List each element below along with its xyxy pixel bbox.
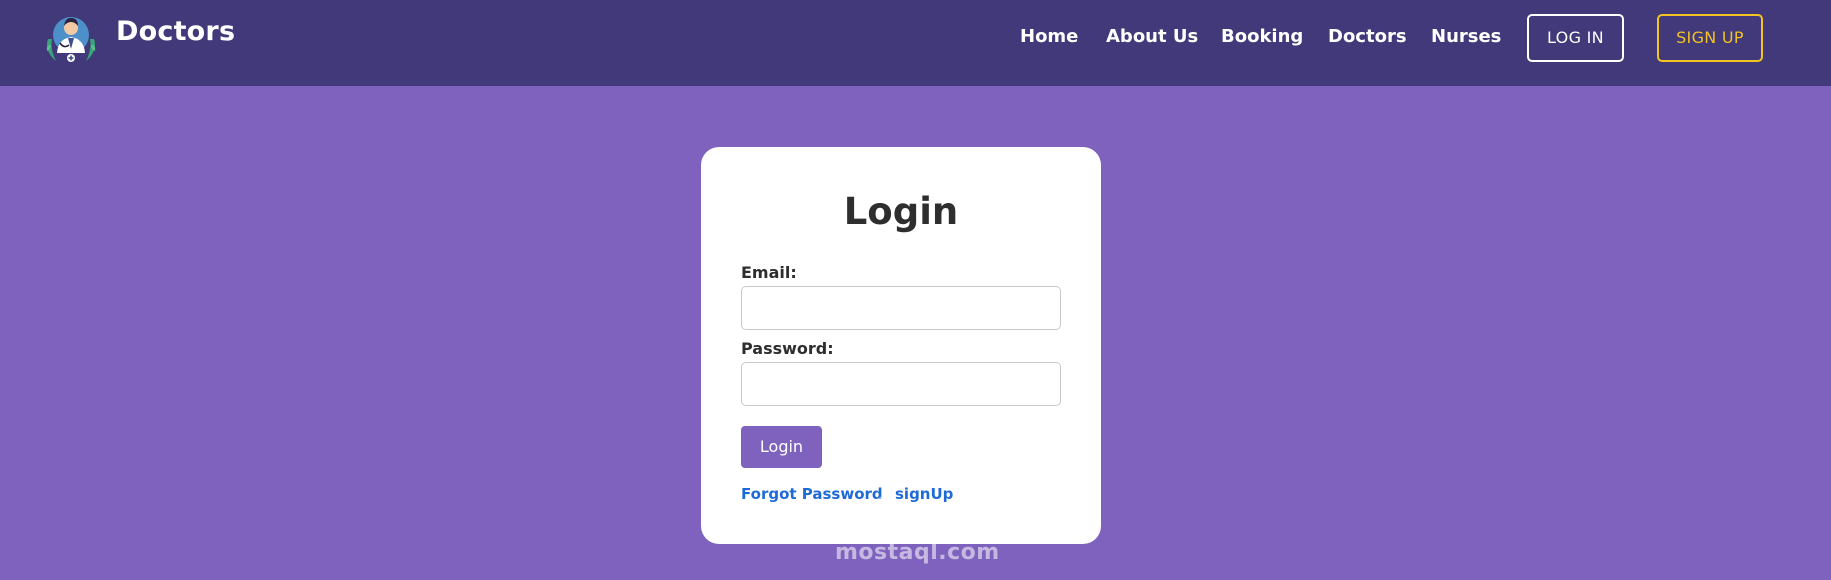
nav-link-doctors[interactable]: Doctors — [1328, 14, 1407, 60]
login-submit-button[interactable]: Login — [741, 426, 822, 468]
password-label: Password: — [741, 339, 834, 358]
password-field[interactable] — [741, 362, 1061, 406]
site-header: Doctors Home About Us Booking Doctors Nu… — [0, 0, 1831, 86]
watermark-text: mostaql.com — [835, 540, 1000, 565]
nav-link-booking[interactable]: Booking — [1221, 14, 1303, 60]
log-in-button[interactable]: LOG IN — [1527, 14, 1624, 62]
main-nav: Home About Us Booking Doctors Nurses LOG… — [0, 14, 1831, 62]
login-card: Login Email: Password: Login Forgot Pass… — [701, 147, 1101, 544]
email-label: Email: — [741, 263, 797, 282]
nav-link-nurses[interactable]: Nurses — [1431, 14, 1501, 60]
email-field[interactable] — [741, 286, 1061, 330]
mostaql-watermark-logo — [840, 496, 992, 526]
nav-link-about-us[interactable]: About Us — [1106, 14, 1198, 60]
sign-up-button[interactable]: SIGN UP — [1657, 14, 1763, 62]
login-title: Login — [843, 190, 959, 233]
nav-link-home[interactable]: Home — [1020, 14, 1078, 60]
